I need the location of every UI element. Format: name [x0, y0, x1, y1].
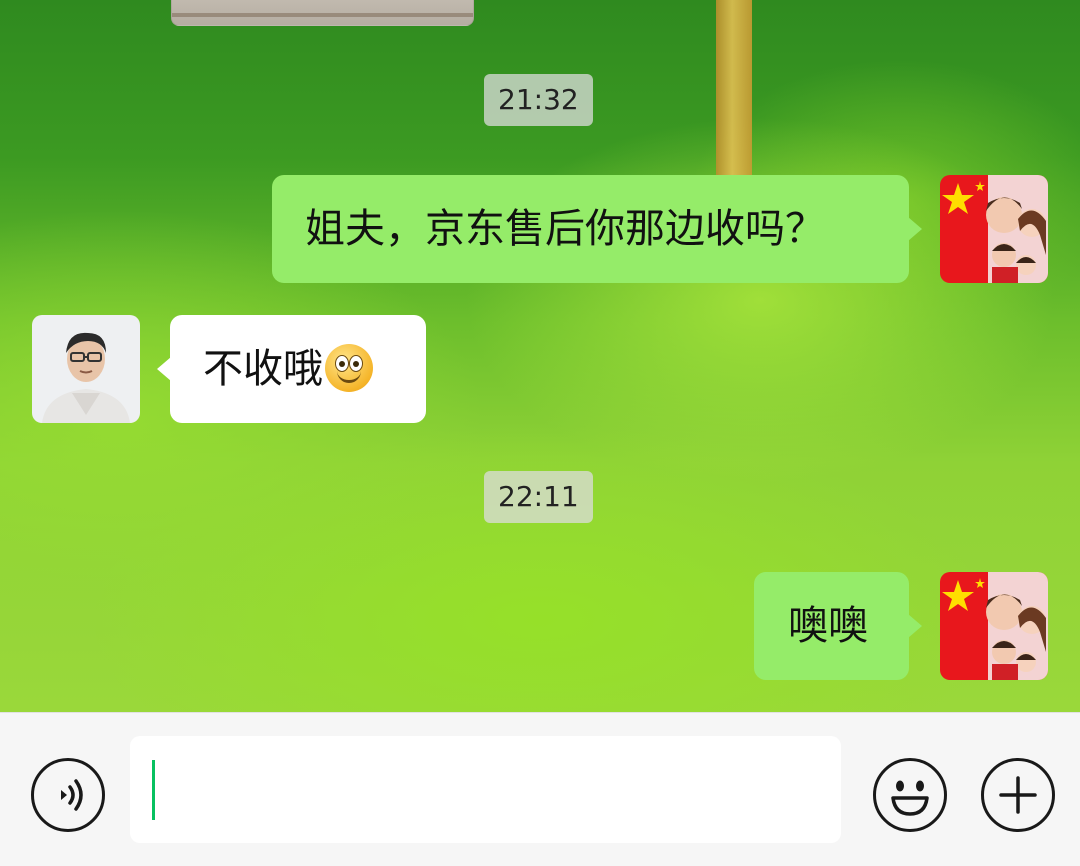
contact-avatar[interactable] [32, 315, 140, 423]
message-bubble-sent[interactable]: 噢噢 [754, 572, 922, 680]
more-button[interactable] [981, 758, 1055, 832]
smile-emoji-icon [325, 344, 373, 392]
message-text: 噢噢 [788, 603, 868, 649]
voice-icon [61, 779, 83, 811]
message-bubble-sent[interactable]: 姐夫，京东售后你那边收吗？ [272, 175, 922, 283]
input-toolbar [0, 712, 1080, 866]
timestamp: 22:11 [484, 471, 593, 523]
voice-button[interactable] [31, 758, 105, 832]
text-cursor [152, 760, 155, 820]
my-avatar[interactable] [940, 572, 1048, 680]
my-avatar[interactable] [940, 175, 1048, 283]
message-input[interactable] [130, 736, 841, 843]
plus-icon [999, 776, 1037, 814]
emoji-icon [891, 780, 929, 816]
background-plant-stem [716, 0, 752, 175]
chat-area[interactable]: 21:32 姐夫，京东售后你那边收吗？ 不收哦 22:11 噢噢 [0, 0, 1080, 712]
message-text: 不收哦 [203, 346, 323, 392]
emoji-button[interactable] [873, 758, 947, 832]
message-bubble-received[interactable]: 不收哦 [157, 315, 426, 423]
timestamp: 21:32 [484, 74, 593, 126]
previous-image-message[interactable] [171, 0, 474, 26]
message-text: 姐夫，京东售后你那边收吗？ [305, 206, 825, 252]
